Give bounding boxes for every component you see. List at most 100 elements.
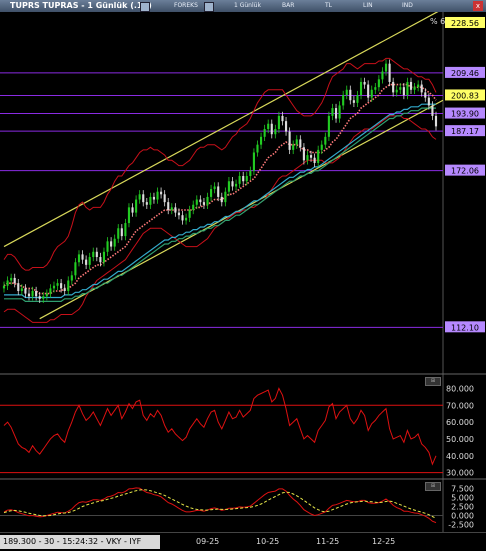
- price-candle[interactable]: [231, 181, 234, 187]
- price-candle[interactable]: [395, 89, 398, 93]
- close-icon[interactable]: x: [473, 1, 483, 11]
- price-candle[interactable]: [235, 183, 238, 187]
- price-candle[interactable]: [74, 262, 77, 276]
- toolbar-button-bar-type[interactable]: [204, 2, 214, 12]
- toolbar-item-period[interactable]: 1 Günlük: [234, 0, 261, 12]
- price-candle[interactable]: [31, 290, 34, 297]
- price-candle[interactable]: [267, 123, 270, 129]
- price-candle[interactable]: [92, 251, 95, 258]
- price-candle[interactable]: [342, 95, 345, 106]
- price-candle[interactable]: [309, 155, 313, 158]
- price-candle[interactable]: [60, 283, 63, 289]
- price-candle[interactable]: [142, 194, 145, 203]
- price-candle[interactable]: [349, 89, 352, 101]
- price-candle[interactable]: [331, 108, 334, 116]
- price-candle[interactable]: [299, 139, 302, 148]
- toolbar-item-linear[interactable]: LIN: [363, 0, 373, 12]
- price-candle[interactable]: [77, 254, 81, 263]
- rsi-panel-menu-button[interactable]: ⊞: [425, 377, 441, 386]
- price-candle[interactable]: [324, 136, 327, 145]
- toolbar-item-bar[interactable]: BAR: [282, 0, 294, 12]
- price-candle[interactable]: [210, 189, 213, 197]
- price-candle[interactable]: [95, 251, 98, 258]
- price-candle[interactable]: [277, 115, 280, 129]
- price-candle[interactable]: [242, 176, 245, 182]
- price-candle[interactable]: [295, 139, 298, 145]
- price-candle[interactable]: [81, 254, 84, 260]
- price-candle[interactable]: [281, 115, 284, 122]
- price-candle[interactable]: [252, 152, 255, 171]
- price-candle[interactable]: [2, 285, 6, 289]
- price-candle[interactable]: [352, 100, 355, 103]
- price-candle[interactable]: [160, 191, 163, 195]
- price-candle[interactable]: [306, 155, 309, 161]
- price-candle[interactable]: [245, 176, 248, 182]
- price-candle[interactable]: [138, 194, 141, 200]
- price-candle[interactable]: [417, 84, 420, 88]
- price-candle[interactable]: [10, 277, 13, 281]
- price-candle[interactable]: [85, 259, 88, 265]
- price-candle[interactable]: [188, 209, 191, 218]
- price-candle[interactable]: [370, 89, 373, 98]
- price-candle[interactable]: [127, 207, 131, 224]
- price-candle[interactable]: [359, 81, 363, 96]
- price-candle[interactable]: [102, 251, 106, 263]
- price-candle[interactable]: [124, 223, 127, 237]
- price-candle[interactable]: [185, 217, 188, 221]
- price-candle[interactable]: [70, 275, 73, 281]
- price-candle[interactable]: [409, 81, 413, 90]
- price-candle[interactable]: [27, 293, 31, 297]
- price-candle[interactable]: [17, 283, 20, 291]
- price-candle[interactable]: [110, 241, 113, 247]
- price-candle[interactable]: [427, 97, 430, 106]
- price-candle[interactable]: [256, 144, 259, 153]
- price-candle[interactable]: [35, 290, 38, 297]
- price-candle[interactable]: [120, 228, 123, 237]
- price-candle[interactable]: [381, 71, 384, 80]
- price-candle[interactable]: [338, 105, 341, 119]
- price-candle[interactable]: [149, 196, 152, 205]
- price-candle[interactable]: [320, 144, 323, 150]
- price-candle[interactable]: [227, 181, 230, 192]
- price-candle[interactable]: [99, 257, 102, 263]
- price-candle[interactable]: [363, 81, 366, 85]
- price-candle[interactable]: [377, 79, 380, 88]
- price-candle[interactable]: [131, 207, 134, 213]
- price-candle[interactable]: [413, 87, 416, 90]
- price-candle[interactable]: [63, 288, 66, 291]
- price-candle[interactable]: [206, 196, 209, 205]
- price-candle[interactable]: [317, 149, 320, 163]
- price-candle[interactable]: [220, 196, 223, 203]
- price-candle[interactable]: [106, 241, 109, 252]
- price-candle[interactable]: [345, 89, 348, 96]
- price-candle[interactable]: [424, 92, 427, 98]
- price-candle[interactable]: [388, 63, 391, 82]
- price-candle[interactable]: [202, 202, 205, 205]
- price-candle[interactable]: [135, 199, 138, 213]
- price-candle[interactable]: [195, 199, 198, 205]
- price-candle[interactable]: [292, 144, 295, 150]
- oscillator-panel-menu-button[interactable]: ⊞: [425, 482, 441, 491]
- price-candle[interactable]: [152, 196, 156, 200]
- price-candle[interactable]: [145, 202, 148, 205]
- price-candle[interactable]: [367, 84, 370, 98]
- price-candle[interactable]: [284, 121, 288, 132]
- price-candle[interactable]: [20, 288, 23, 291]
- price-candle[interactable]: [434, 115, 438, 127]
- price-candle[interactable]: [13, 277, 16, 284]
- price-candle[interactable]: [181, 215, 184, 221]
- window-title-bar[interactable]: TUPRS TUPRAS - 1 Günlük (.1d) FOREKS 1 G…: [0, 0, 486, 12]
- chart-canvas[interactable]: % 6 228.56 209.46 200.83 193.90 187.17 172.06 1…: [0, 0, 486, 550]
- price-candle[interactable]: [288, 131, 291, 150]
- price-candle[interactable]: [156, 191, 159, 200]
- price-candle[interactable]: [192, 204, 195, 210]
- price-candle[interactable]: [392, 81, 395, 93]
- price-candle[interactable]: [52, 285, 56, 289]
- price-candle[interactable]: [406, 81, 409, 96]
- toolbar-item-indicators[interactable]: IND: [402, 0, 413, 12]
- price-candle[interactable]: [270, 123, 273, 135]
- price-candle[interactable]: [263, 128, 266, 137]
- price-candle[interactable]: [42, 296, 45, 299]
- price-candle[interactable]: [199, 199, 202, 203]
- price-candle[interactable]: [170, 207, 173, 210]
